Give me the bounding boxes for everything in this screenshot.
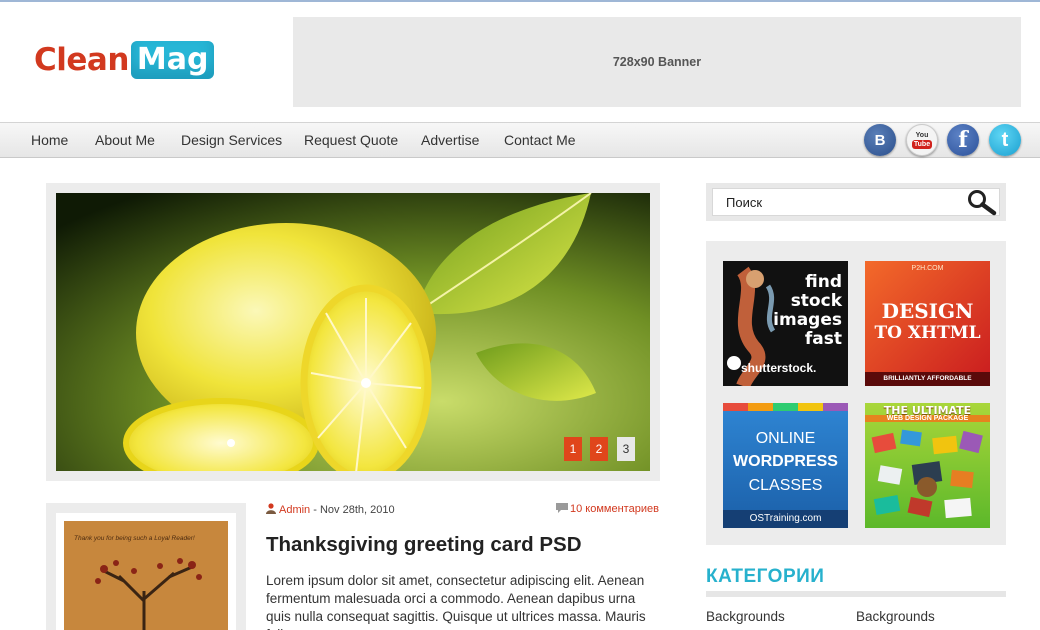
nav-item-home[interactable]: Home bbox=[31, 132, 68, 148]
categories-divider bbox=[706, 591, 1006, 597]
post-title[interactable]: Thanksgiving greeting card PSD bbox=[266, 533, 582, 557]
logo-text-clean: Clean bbox=[34, 42, 129, 78]
category-link[interactable]: Backgrounds bbox=[856, 609, 935, 624]
ad-web-design-package[interactable]: THE ULTIMATE WEB DESIGN PACKAGE bbox=[865, 403, 990, 528]
lemons-illustration bbox=[56, 193, 650, 471]
slider-page-2[interactable]: 2 bbox=[590, 437, 608, 461]
ad-p2h[interactable]: P2H.COM DESIGN TO XHTML BRILLIANTLY AFFO… bbox=[865, 261, 990, 386]
top-border-line bbox=[0, 0, 1040, 2]
autumn-tree-illustration bbox=[95, 558, 202, 630]
site-logo[interactable]: Clean Mag bbox=[34, 40, 215, 80]
nav-item-design-services[interactable]: Design Services bbox=[181, 132, 282, 148]
shutterstock-logo-icon bbox=[727, 356, 741, 370]
ad-ostraining-url: OSTraining.com bbox=[723, 510, 848, 528]
categories-heading: КАТЕГОРИИ bbox=[706, 566, 825, 587]
ad-shutterstock-line1: find bbox=[805, 272, 842, 292]
post-excerpt: Lorem ipsum dolor sit amet, consectetur … bbox=[266, 573, 646, 630]
ad-shutterstock-line2: stock bbox=[790, 291, 842, 311]
post-thumbnail[interactable]: Thank you for being such a Loyal Reader! bbox=[64, 521, 228, 630]
nav-item-request-quote[interactable]: Request Quote bbox=[304, 132, 398, 148]
ad-shutterstock-line4: fast bbox=[804, 329, 842, 349]
post-author-link[interactable]: Admin bbox=[279, 504, 310, 516]
search-input[interactable] bbox=[712, 188, 1000, 216]
vk-icon-label: B bbox=[874, 131, 886, 149]
nav-item-about-me[interactable]: About Me bbox=[95, 132, 155, 148]
search-icon[interactable] bbox=[964, 188, 998, 216]
ad-webdesign-collage bbox=[871, 429, 983, 519]
facebook-icon-label: f bbox=[958, 127, 968, 153]
ad-shutterstock-line3: images bbox=[773, 310, 842, 330]
banner-placeholder[interactable]: 728x90 Banner bbox=[293, 17, 1021, 107]
nav-item-contact-me[interactable]: Contact Me bbox=[504, 132, 576, 148]
twitter-icon-label: t bbox=[1001, 128, 1009, 151]
ad-p2h-line1: DESIGN bbox=[881, 299, 974, 323]
logo-text-mag: Mag bbox=[130, 41, 215, 79]
post-date-separator: - bbox=[310, 504, 320, 516]
category-link[interactable]: Backgrounds bbox=[706, 609, 785, 624]
ad-ostraining[interactable]: ONLINE WORDPRESS CLASSES OSTraining.com bbox=[723, 403, 848, 528]
post-comments-link[interactable]: 10 комментариев bbox=[556, 503, 659, 515]
post-date: Nov 28th, 2010 bbox=[319, 504, 395, 516]
twitter-icon[interactable]: t bbox=[989, 124, 1021, 156]
featured-slide-image[interactable] bbox=[56, 193, 650, 471]
slider-page-1[interactable]: 1 bbox=[564, 437, 582, 461]
ad-ostraining-colorbar bbox=[723, 403, 848, 411]
ad-p2h-domain: P2H.COM bbox=[911, 265, 944, 272]
youtube-icon[interactable]: You Tube bbox=[906, 124, 938, 156]
nav-item-advertise[interactable]: Advertise bbox=[421, 132, 479, 148]
user-icon bbox=[266, 503, 276, 514]
youtube-icon-label-bottom: Tube bbox=[911, 140, 933, 149]
ad-ostraining-line2: WORDPRESS bbox=[733, 453, 838, 470]
comment-icon bbox=[556, 503, 568, 513]
slider-page-3[interactable]: 3 bbox=[617, 437, 635, 461]
post-meta: Admin - Nov 28th, 2010 bbox=[266, 503, 395, 516]
ad-webdesign-line2: WEB DESIGN PACKAGE bbox=[865, 415, 990, 422]
ad-shutterstock[interactable]: find stock images fast shutterstock. bbox=[723, 261, 848, 386]
facebook-icon[interactable]: f bbox=[947, 124, 979, 156]
post-comments-count: 10 комментариев bbox=[570, 503, 659, 515]
ad-ostraining-line1: ONLINE bbox=[755, 430, 816, 447]
youtube-icon-label-top: You bbox=[915, 132, 929, 139]
ad-shutterstock-brand: shutterstock. bbox=[741, 361, 817, 375]
banner-label: 728x90 Banner bbox=[612, 55, 702, 69]
ad-ostraining-line3: CLASSES bbox=[748, 477, 823, 494]
vk-icon[interactable]: B bbox=[864, 124, 896, 156]
ad-p2h-tagline: BRILLIANTLY AFFORDABLE bbox=[865, 372, 990, 386]
ad-p2h-line2: TO XHTML bbox=[874, 323, 981, 343]
